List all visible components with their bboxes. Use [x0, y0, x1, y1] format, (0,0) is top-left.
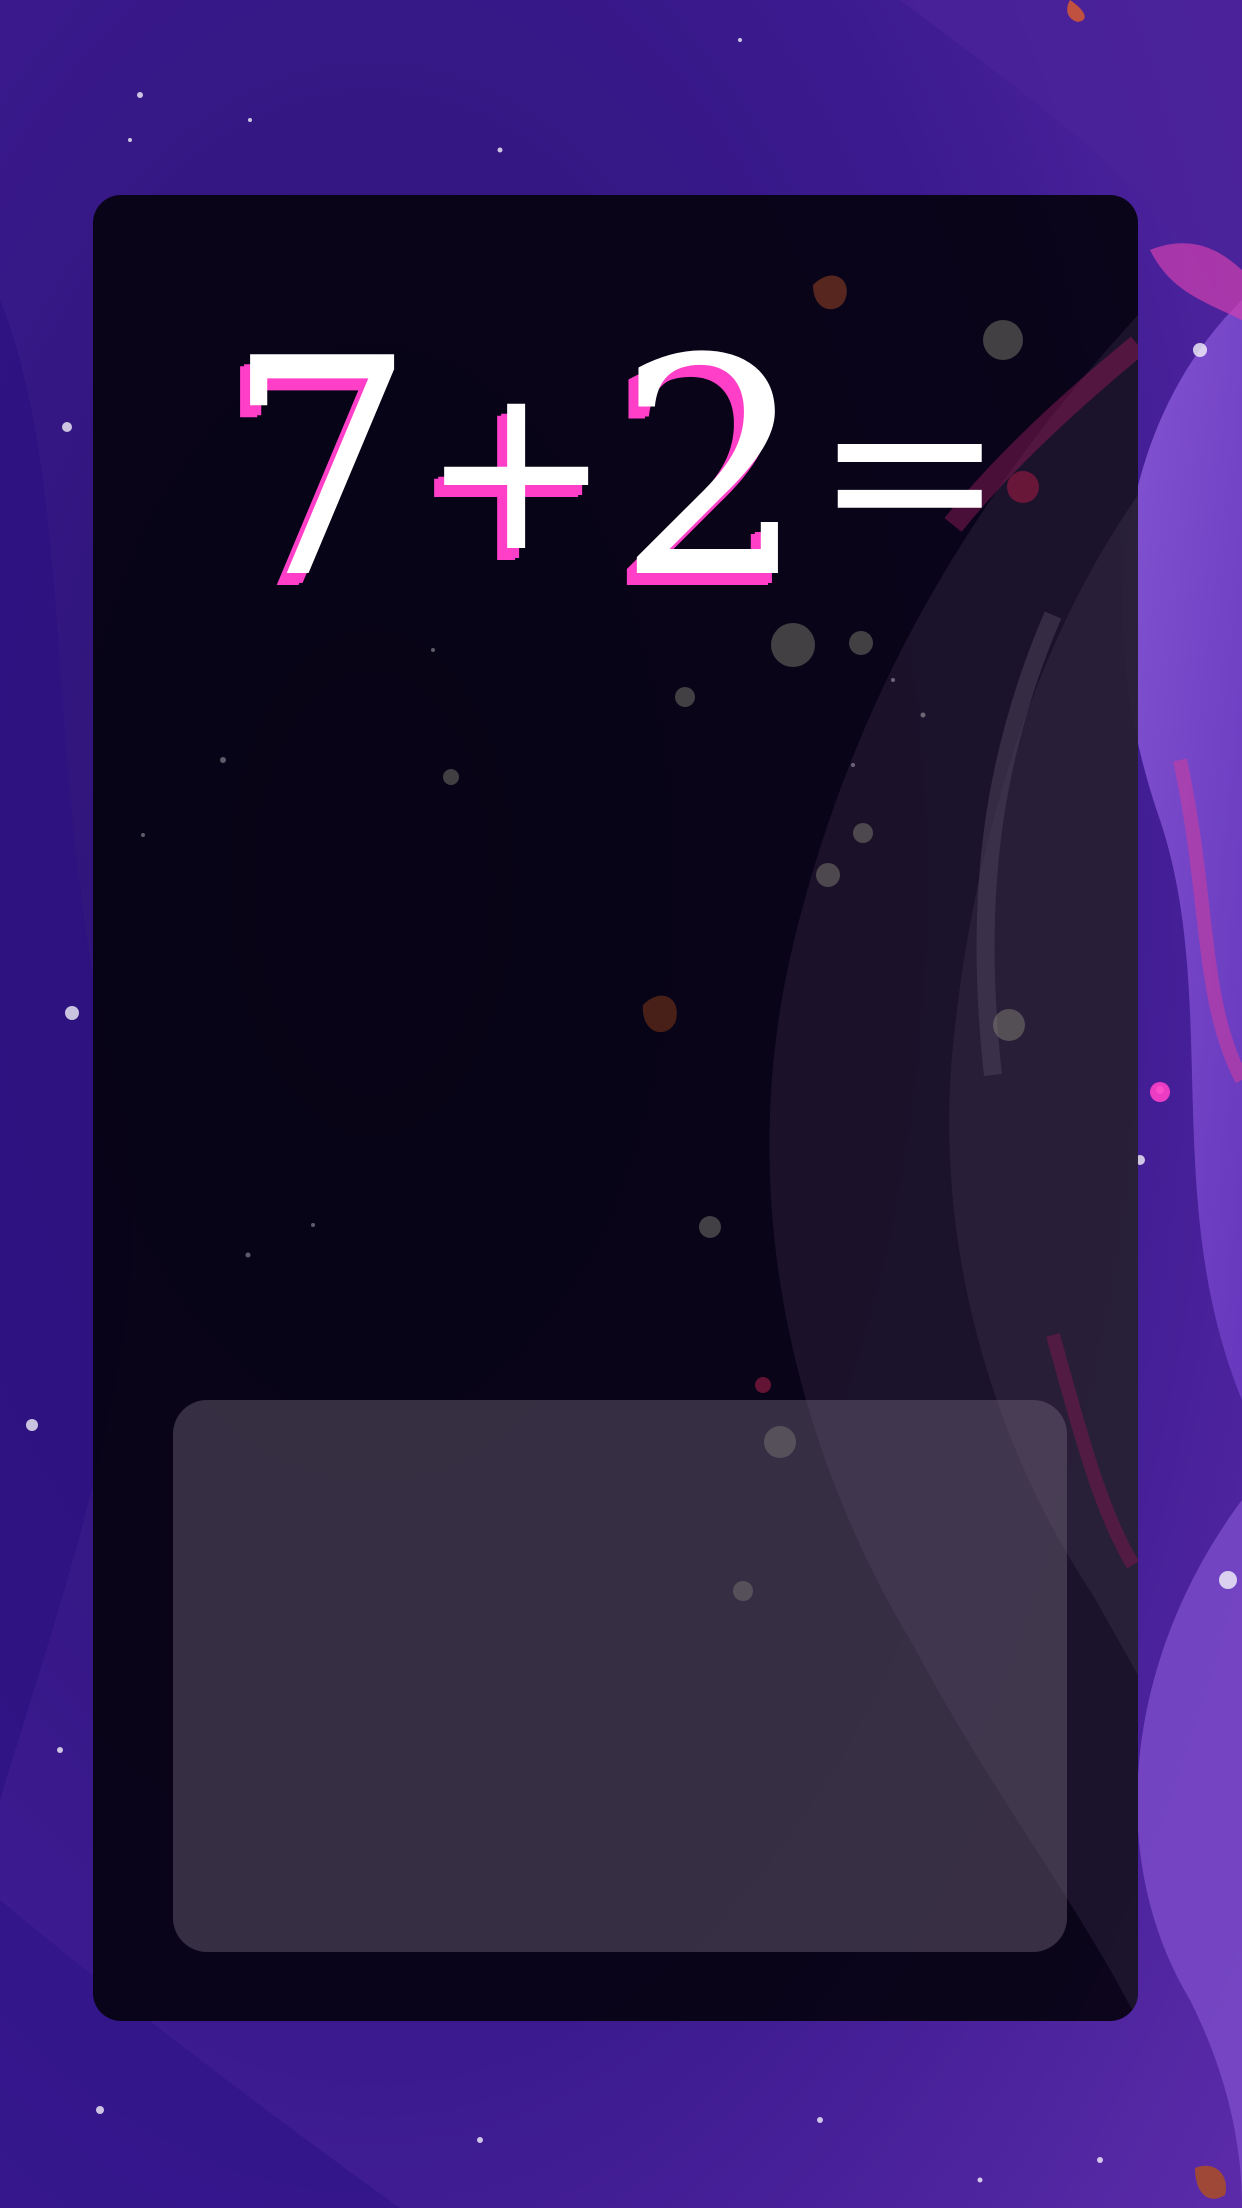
equation-operand-b: 2 — [616, 295, 808, 644]
game-panel: 7+2= — [93, 195, 1138, 2021]
answer-drop-area[interactable] — [173, 1400, 1067, 1952]
equation-operator: + — [419, 336, 613, 603]
math-equation: 7+2= — [93, 305, 1138, 635]
equation-operand-a: 7 — [224, 295, 416, 644]
equation-equals-sign: = — [813, 336, 1007, 603]
